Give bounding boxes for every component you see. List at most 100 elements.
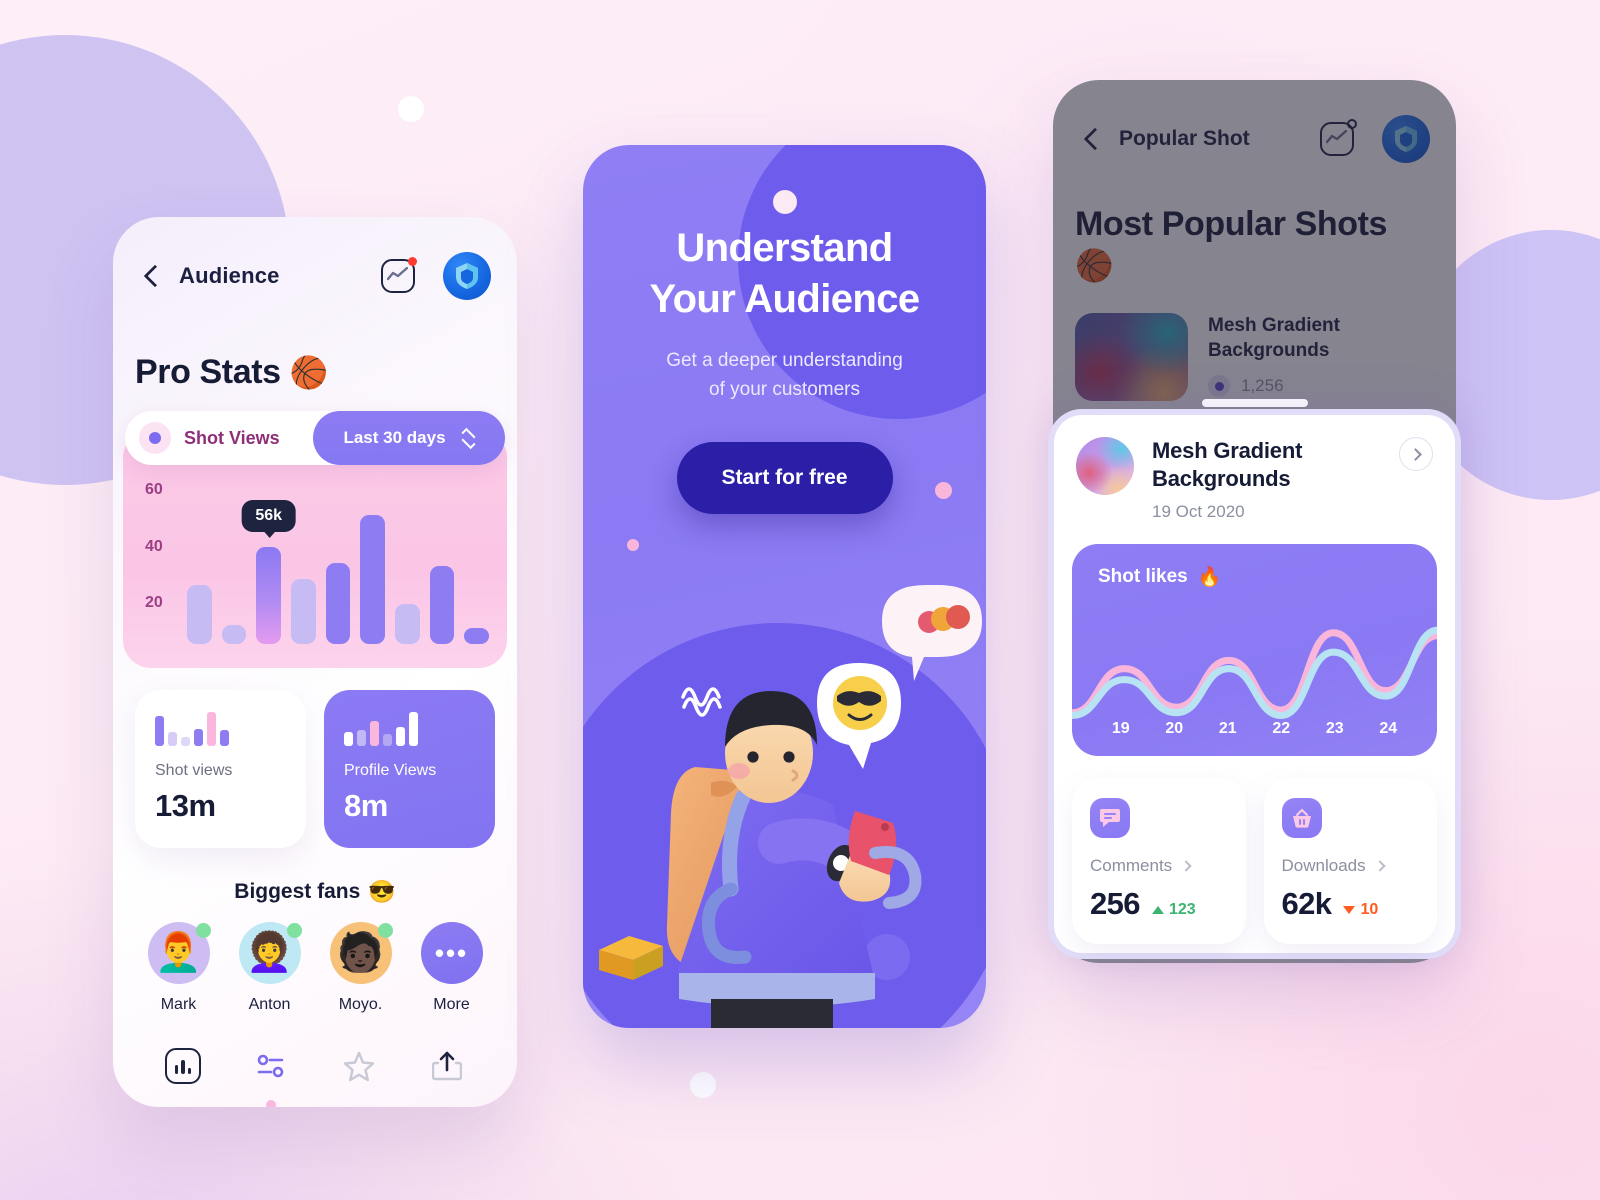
triangle-down-icon — [1343, 906, 1356, 915]
summary-stat-cards: Shot views 13m Profile Views 8m — [113, 668, 517, 848]
kpi-value: 62k — [1281, 886, 1333, 922]
onboarding-content: Understand Your Audience Get a deeper un… — [583, 145, 986, 515]
shot-detail-sheet: Mesh Gradient Backgrounds 19 Oct 2020 Sh… — [1048, 409, 1461, 959]
kpi-value: 256 — [1090, 886, 1141, 922]
fan-item[interactable]: 🧑🏿 Moyo. — [324, 922, 398, 1014]
bar — [291, 579, 316, 644]
kpi-delta-value: 10 — [1360, 901, 1379, 919]
bar — [256, 547, 282, 644]
stat-card-profile-views[interactable]: Profile Views 8m — [324, 690, 495, 848]
kpi-label-row: Comments — [1090, 856, 1228, 876]
sheet-drag-handle[interactable] — [1201, 399, 1308, 407]
pro-stats-label: Pro Stats — [135, 353, 281, 391]
fire-emoji-icon: 🔥 — [1197, 566, 1222, 588]
bar — [395, 603, 420, 644]
sparkline-bar — [396, 727, 405, 746]
online-badge — [377, 923, 393, 938]
audience-header: Audience — [113, 217, 517, 335]
bar — [464, 627, 490, 644]
stat-label: Shot views — [155, 762, 233, 779]
stat-card-shot-views[interactable]: Shot views 13m — [135, 690, 306, 848]
fan-item[interactable]: 👨‍🦰 Mark — [142, 922, 216, 1014]
tab-filters[interactable] — [249, 1044, 293, 1107]
biggest-fans-heading: Biggest fans 😎 — [113, 880, 517, 904]
shot-likes-label: Shot likes — [1098, 566, 1188, 588]
y-tick: 60 — [145, 480, 163, 498]
x-tick: 19 — [1111, 720, 1130, 738]
sparkline-bar — [168, 732, 177, 746]
x-tick: 23 — [1325, 720, 1344, 738]
shot-likes-lines — [1072, 627, 1437, 720]
sparkline-bar — [344, 732, 353, 746]
cta-label: Start for free — [721, 466, 848, 490]
chevron-right-icon[interactable] — [1180, 860, 1192, 873]
tab-favorites[interactable] — [337, 1044, 381, 1088]
sparkline-bar — [220, 730, 229, 746]
bar — [325, 563, 351, 644]
sparkline-bar — [370, 721, 379, 746]
line-series-likes-blue — [1072, 627, 1437, 720]
kpi-card-comments[interactable]: Comments 256 123 — [1072, 778, 1246, 945]
tab-stats[interactable] — [161, 1044, 205, 1088]
pro-stats-heading: Pro Stats 🏀 — [113, 335, 517, 392]
profile-views-sparkline — [344, 712, 475, 746]
bar-column[interactable] — [395, 488, 420, 644]
onboarding-subtitle-line1: Get a deeper understanding — [666, 350, 903, 372]
chevron-right-icon[interactable] — [1399, 437, 1433, 471]
date-range-dropdown[interactable]: Last 30 days — [313, 411, 505, 465]
reaction-speech-bubble — [882, 585, 982, 681]
chevron-updown-icon — [460, 427, 476, 449]
kpi-delta-up: 123 — [1151, 901, 1196, 919]
metric-selector[interactable]: Shot Views — [125, 422, 313, 454]
chart-body: 20 40 60 56k — [123, 470, 507, 660]
sparkline-bar — [383, 734, 392, 746]
fan-item[interactable]: 👩‍🦱 Anton — [233, 922, 307, 1014]
bar-column[interactable] — [360, 488, 386, 644]
start-for-free-button[interactable]: Start for free — [676, 442, 893, 515]
analytics-icon[interactable] — [381, 257, 417, 293]
chart-filter-bar: Shot Views Last 30 days — [125, 411, 505, 465]
fan-name: More — [433, 996, 470, 1013]
decor-spring — [681, 687, 722, 717]
bar-series: 56k — [187, 470, 490, 660]
decor-dot-bottom — [690, 1072, 716, 1098]
sheet-date: 19 Oct 2020 — [1152, 502, 1245, 522]
kpi-label-row: Downloads — [1282, 856, 1420, 876]
fan-name: Moyo. — [338, 996, 383, 1013]
onboarding-subtitle: Get a deeper understanding of your custo… — [583, 347, 986, 404]
stat-label: Profile Views — [344, 762, 437, 779]
page-title: Audience — [179, 263, 280, 288]
brand-shield-logo[interactable] — [443, 252, 491, 300]
kpi-card-downloads[interactable]: Downloads 62k 10 — [1263, 778, 1437, 945]
bar-column[interactable]: 56k — [241, 470, 297, 660]
bar — [187, 584, 212, 644]
bar-column[interactable] — [325, 488, 351, 644]
sparkline-bar — [194, 729, 203, 746]
kpi-label: Comments — [1090, 856, 1173, 876]
bar-column[interactable] — [464, 488, 490, 644]
x-tick: 22 — [1272, 720, 1291, 738]
sheet-header: Mesh Gradient Backgrounds 19 Oct 2020 — [1054, 415, 1455, 522]
bar-column[interactable] — [429, 488, 455, 644]
stat-value: 13m — [155, 788, 216, 823]
tab-share[interactable] — [425, 1044, 469, 1088]
chevron-right-icon[interactable] — [1373, 860, 1386, 873]
bar-column[interactable] — [291, 488, 316, 644]
active-tab-indicator — [266, 1100, 276, 1107]
sparkline-bar — [357, 730, 366, 746]
biggest-fans-label: Biggest fans — [234, 880, 361, 903]
metric-dot-icon — [139, 422, 171, 454]
kpi-label: Downloads — [1281, 856, 1366, 876]
x-tick: 20 — [1165, 720, 1184, 738]
onboarding-title: Understand Your Audience — [583, 223, 986, 325]
stat-value: 8m — [344, 788, 388, 823]
bar-column[interactable] — [187, 488, 212, 644]
line-series-likes-pink — [1072, 629, 1437, 717]
y-tick: 40 — [145, 537, 163, 555]
sparkline-bar — [409, 712, 418, 746]
bar-tooltip: 56k — [241, 499, 297, 538]
back-icon[interactable] — [139, 263, 165, 289]
bar — [429, 566, 455, 644]
fan-item[interactable]: ••• More — [415, 922, 489, 1014]
y-axis-ticks: 20 40 60 — [145, 480, 179, 646]
